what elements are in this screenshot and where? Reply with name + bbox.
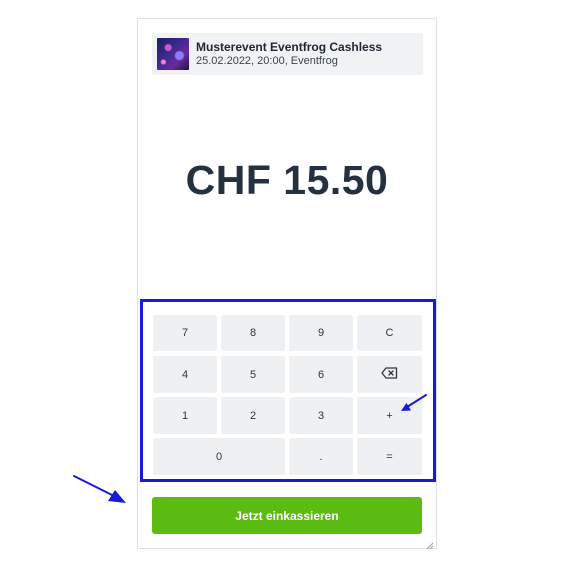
key-6[interactable]: 6 [289, 356, 353, 393]
key-9[interactable]: 9 [289, 315, 353, 351]
key-clear[interactable]: C [357, 315, 422, 351]
key-8[interactable]: 8 [221, 315, 285, 351]
key-3[interactable]: 3 [289, 397, 353, 434]
annotation-arrow-icon [72, 473, 128, 512]
key-2[interactable]: 2 [221, 397, 285, 434]
key-1[interactable]: 1 [153, 397, 217, 434]
key-7[interactable]: 7 [153, 315, 217, 351]
event-header: Musterevent Eventfrog Cashless 25.02.202… [152, 33, 423, 75]
key-0[interactable]: 0 [153, 438, 285, 475]
payment-card: Musterevent Eventfrog Cashless 25.02.202… [137, 18, 437, 550]
resize-handle-icon[interactable] [425, 537, 434, 550]
key-4[interactable]: 4 [153, 356, 217, 393]
event-thumbnail [157, 38, 189, 70]
backspace-icon [381, 367, 398, 382]
pay-button[interactable]: Jetzt einkassieren [152, 497, 422, 534]
event-title: Musterevent Eventfrog Cashless [196, 40, 383, 54]
event-subtitle: 25.02.2022, 20:00, Eventfrog [196, 55, 338, 67]
key-5[interactable]: 5 [221, 356, 285, 393]
key-dot[interactable]: . [289, 438, 353, 475]
key-equals[interactable]: = [357, 438, 422, 475]
amount-display: CHF 15.50 [185, 157, 389, 203]
key-backspace[interactable] [357, 356, 422, 393]
annotation-arrow-icon [398, 393, 428, 418]
